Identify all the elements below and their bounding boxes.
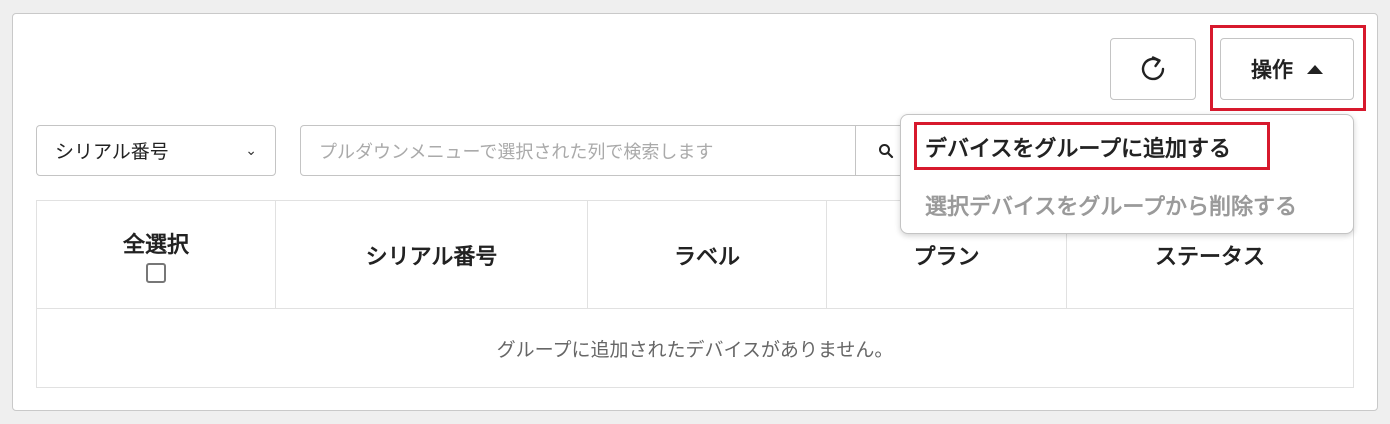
column-header-label-label: ラベル [673, 245, 740, 270]
chevron-down-icon: ⌄ [245, 142, 257, 159]
search-column-select[interactable]: シリアル番号 ⌄ [36, 125, 276, 176]
select-all-checkbox[interactable] [146, 263, 166, 283]
empty-message: グループに追加されたデバイスがありません。 [496, 338, 894, 361]
search-input[interactable]: プルダウンメニューで選択された列で検索します [300, 125, 856, 176]
column-header-status-label: ステータス [1154, 245, 1265, 270]
search-icon [879, 143, 894, 158]
select-all-label: 全選択 [122, 233, 189, 258]
refresh-icon [1141, 56, 1165, 81]
column-header-serial[interactable]: シリアル番号 [276, 201, 588, 309]
caret-up-icon [1307, 64, 1323, 74]
search-column-value: シリアル番号 [55, 141, 169, 163]
column-header-plan-label: プラン [913, 245, 980, 270]
menu-item-remove-from-group: 選択デバイスをグループから削除する [925, 195, 1298, 220]
column-header-serial-label: シリアル番号 [365, 245, 498, 270]
refresh-button[interactable] [1110, 38, 1196, 100]
menu-item-highlight [914, 122, 1270, 170]
operations-label: 操作 [1251, 58, 1293, 82]
operations-button[interactable]: 操作 [1220, 38, 1354, 100]
search-placeholder: プルダウンメニューで選択された列で検索します [319, 141, 714, 163]
column-header-select-all: 全選択 [37, 201, 276, 309]
column-header-label[interactable]: ラベル [588, 201, 827, 309]
